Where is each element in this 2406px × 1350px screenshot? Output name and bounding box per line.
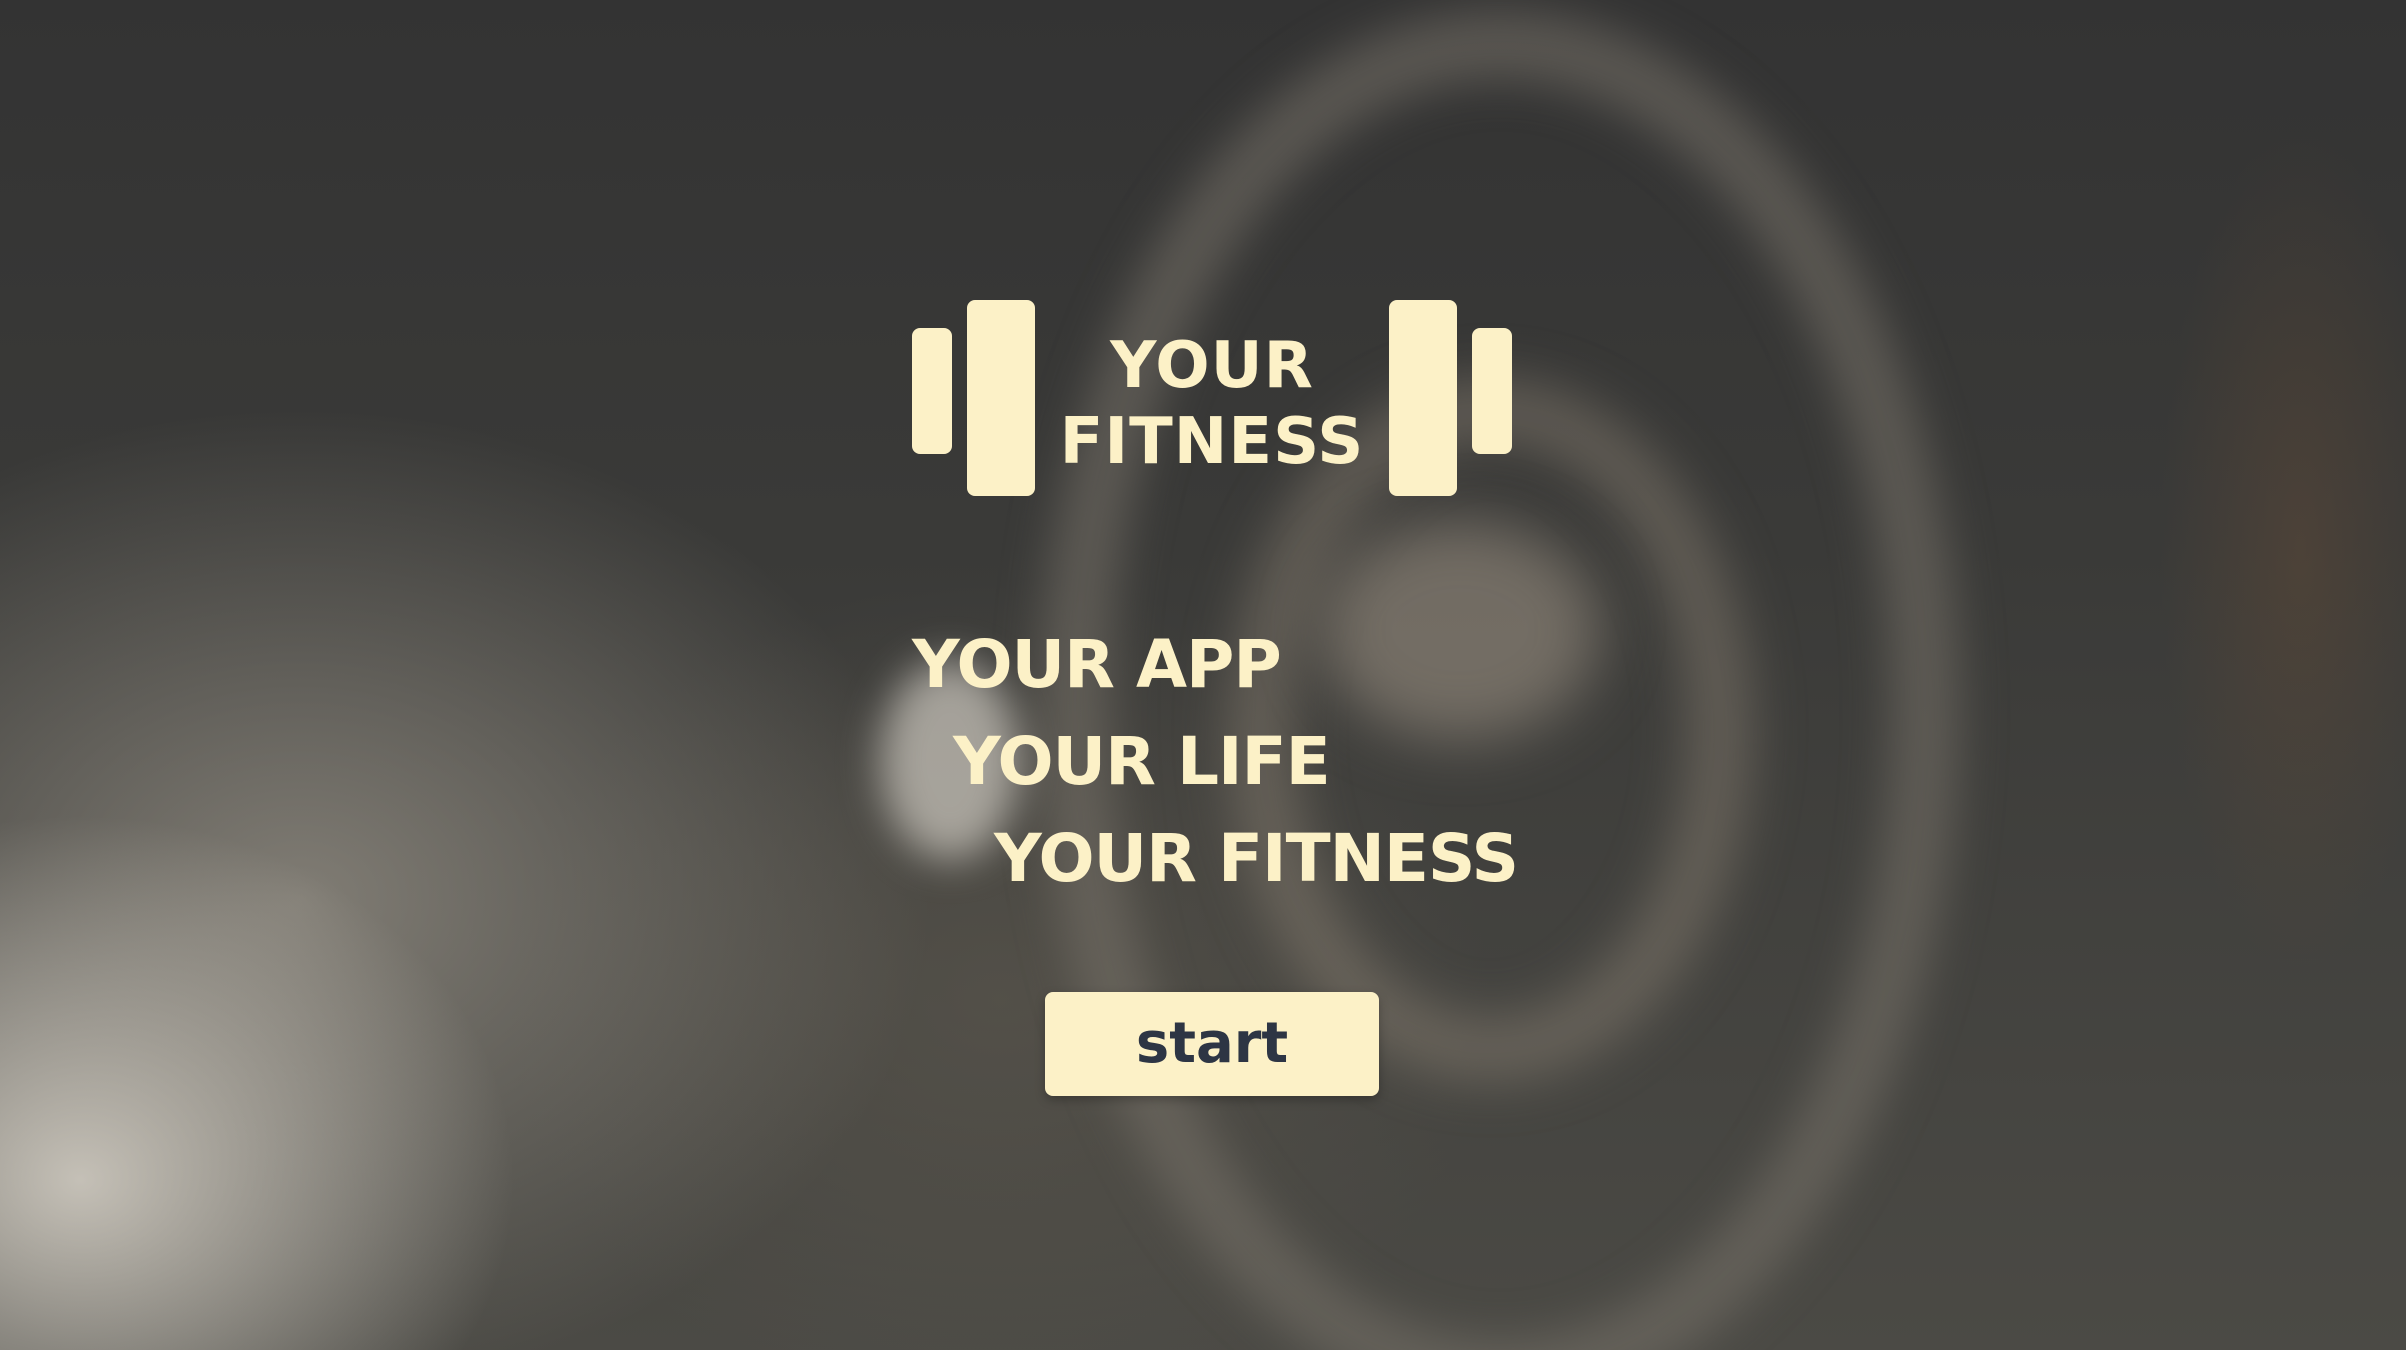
dumbbell-icon-left-outer-plate [912,328,952,454]
landing-screen: YOUR FITNESS YOUR APP YOUR LIFE YOUR FIT… [0,0,2406,1350]
dumbbell-icon-left-inner-plate [967,300,1035,496]
background-weight-hub [1320,520,1600,740]
start-button[interactable]: start [1045,992,1379,1096]
dumbbell-icon-right-inner-plate [1389,300,1457,496]
logo-text-line1: YOUR [1110,329,1314,403]
tagline-line3: YOUR FITNESS [994,820,1519,897]
logo-text-line2: FITNESS [1059,405,1365,479]
tagline-line1: YOUR APP [912,626,1282,703]
tagline-line2: YOUR LIFE [953,723,1331,800]
dumbbell-icon-right-outer-plate [1472,328,1512,454]
app-logo: YOUR FITNESS [912,300,1512,496]
